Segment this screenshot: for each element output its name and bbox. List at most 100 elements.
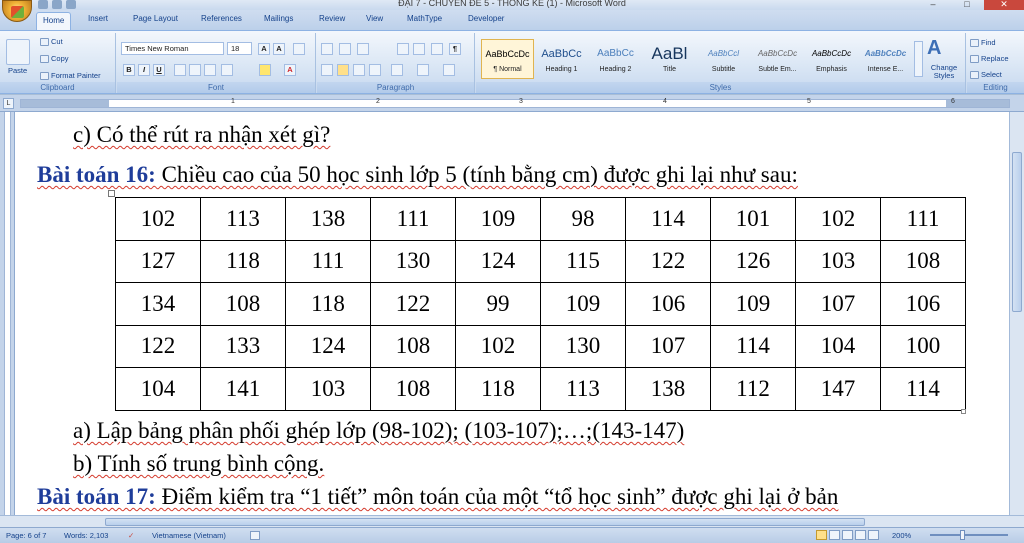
paste-icon[interactable] bbox=[6, 39, 30, 65]
multilevel-list-icon[interactable] bbox=[357, 43, 369, 55]
change-case-button[interactable] bbox=[221, 64, 233, 76]
table-cell[interactable]: 115 bbox=[540, 239, 626, 283]
print-layout-icon[interactable] bbox=[816, 530, 827, 540]
table-resize-handle[interactable] bbox=[961, 409, 966, 414]
style-normal[interactable]: AaBbCcDc ¶ Normal bbox=[481, 39, 534, 79]
outline-icon[interactable] bbox=[855, 530, 866, 540]
draft-icon[interactable] bbox=[868, 530, 879, 540]
format-painter-button[interactable]: Format Painter bbox=[40, 71, 101, 81]
language-indicator[interactable]: Vietnamese (Vietnam) bbox=[152, 531, 226, 540]
align-left-icon[interactable] bbox=[321, 64, 333, 76]
table-cell[interactable]: 104 bbox=[115, 367, 201, 411]
undo-icon[interactable] bbox=[52, 0, 62, 9]
table-cell[interactable]: 99 bbox=[455, 282, 541, 326]
web-layout-icon[interactable] bbox=[842, 530, 853, 540]
save-icon[interactable] bbox=[38, 0, 48, 9]
change-styles-button[interactable]: Change Styles bbox=[925, 64, 963, 80]
grow-font-icon[interactable]: A bbox=[258, 43, 270, 55]
table-cell[interactable]: 107 bbox=[625, 324, 711, 368]
table-cell[interactable]: 108 bbox=[370, 367, 456, 411]
page-count[interactable]: Page: 6 of 7 bbox=[6, 531, 46, 540]
horizontal-ruler[interactable]: L 1 2 3 4 5 6 bbox=[0, 95, 1024, 112]
table-cell[interactable]: 109 bbox=[710, 282, 796, 326]
table-cell[interactable]: 118 bbox=[285, 282, 371, 326]
horizontal-scrollbar[interactable] bbox=[0, 515, 1024, 527]
table-move-handle[interactable] bbox=[108, 190, 115, 197]
zoom-slider-knob[interactable] bbox=[960, 530, 965, 540]
minimize-button[interactable]: – bbox=[916, 0, 950, 10]
table-cell[interactable]: 108 bbox=[370, 324, 456, 368]
style-subtitle[interactable]: AaBbCcl Subtitle bbox=[697, 39, 750, 79]
numbering-icon[interactable] bbox=[339, 43, 351, 55]
table-cell[interactable]: 109 bbox=[455, 197, 541, 241]
underline-button[interactable]: U bbox=[153, 64, 165, 76]
table-cell[interactable]: 122 bbox=[625, 239, 711, 283]
tab-references[interactable]: References bbox=[201, 14, 242, 23]
tab-selector-button[interactable]: L bbox=[3, 98, 14, 109]
style-intense-emphasis[interactable]: AaBbCcDc Intense E... bbox=[859, 39, 912, 79]
select-button[interactable]: Select bbox=[970, 70, 1002, 80]
document-page[interactable]: c) Có thể rút ra nhận xét gì? Bài toán 1… bbox=[15, 112, 1009, 515]
style-subtle-emphasis[interactable]: AaBbCcDc Subtle Em... bbox=[751, 39, 804, 79]
strikethrough-button[interactable] bbox=[174, 64, 186, 76]
table-cell[interactable]: 114 bbox=[880, 367, 966, 411]
table-cell[interactable]: 112 bbox=[710, 367, 796, 411]
change-styles-icon[interactable]: A bbox=[927, 37, 941, 60]
word-count[interactable]: Words: 2,103 bbox=[64, 531, 108, 540]
table-cell[interactable]: 138 bbox=[285, 197, 371, 241]
table-cell[interactable]: 126 bbox=[710, 239, 796, 283]
table-cell[interactable]: 147 bbox=[795, 367, 881, 411]
style-title[interactable]: AaBl Title bbox=[643, 39, 696, 79]
font-size-select[interactable]: 18 bbox=[227, 42, 252, 55]
subscript-button[interactable] bbox=[189, 64, 201, 76]
tab-view[interactable]: View bbox=[366, 14, 383, 23]
bullets-icon[interactable] bbox=[321, 43, 333, 55]
redo-icon[interactable] bbox=[66, 0, 76, 9]
shading-icon[interactable] bbox=[417, 64, 429, 76]
table-cell[interactable]: 108 bbox=[880, 239, 966, 283]
ruler-strip[interactable]: 1 2 3 4 5 6 bbox=[20, 98, 1010, 108]
table-cell[interactable]: 124 bbox=[285, 324, 371, 368]
table-cell[interactable]: 133 bbox=[200, 324, 286, 368]
table-cell[interactable]: 124 bbox=[455, 239, 541, 283]
style-heading-1[interactable]: AaBbCc Heading 1 bbox=[535, 39, 588, 79]
table-cell[interactable]: 118 bbox=[200, 239, 286, 283]
table-cell[interactable]: 104 bbox=[795, 324, 881, 368]
align-center-icon[interactable] bbox=[337, 64, 349, 76]
decrease-indent-icon[interactable] bbox=[397, 43, 409, 55]
table-cell[interactable]: 102 bbox=[455, 324, 541, 368]
line-spacing-icon[interactable] bbox=[391, 64, 403, 76]
table-cell[interactable]: 100 bbox=[880, 324, 966, 368]
table-cell[interactable]: 134 bbox=[115, 282, 201, 326]
borders-icon[interactable] bbox=[443, 64, 455, 76]
clear-format-icon[interactable] bbox=[293, 43, 305, 55]
table-cell[interactable]: 114 bbox=[710, 324, 796, 368]
style-emphasis[interactable]: AaBbCcDc Emphasis bbox=[805, 39, 858, 79]
italic-button[interactable]: I bbox=[138, 64, 150, 76]
table-cell[interactable]: 130 bbox=[540, 324, 626, 368]
paste-button[interactable]: Paste bbox=[8, 66, 27, 75]
macro-icon[interactable] bbox=[250, 531, 260, 540]
table-cell[interactable]: 109 bbox=[540, 282, 626, 326]
find-button[interactable]: Find bbox=[970, 38, 996, 48]
table-cell[interactable]: 114 bbox=[625, 197, 711, 241]
tab-mathtype[interactable]: MathType bbox=[407, 14, 442, 23]
table-cell[interactable]: 122 bbox=[370, 282, 456, 326]
proofing-icon[interactable]: ✓ bbox=[128, 531, 134, 540]
table-cell[interactable]: 122 bbox=[115, 324, 201, 368]
table-cell[interactable]: 106 bbox=[880, 282, 966, 326]
table-cell[interactable]: 106 bbox=[625, 282, 711, 326]
align-right-icon[interactable] bbox=[353, 64, 365, 76]
pilcrow-icon[interactable]: ¶ bbox=[449, 43, 461, 55]
tab-developer[interactable]: Developer bbox=[468, 14, 504, 23]
tab-mailings[interactable]: Mailings bbox=[264, 14, 293, 23]
vertical-scroll-thumb[interactable] bbox=[1012, 152, 1022, 312]
table-cell[interactable]: 103 bbox=[795, 239, 881, 283]
table-cell[interactable]: 103 bbox=[285, 367, 371, 411]
zoom-level[interactable]: 200% bbox=[892, 531, 911, 540]
table-cell[interactable]: 141 bbox=[200, 367, 286, 411]
increase-indent-icon[interactable] bbox=[413, 43, 425, 55]
table-cell[interactable]: 113 bbox=[540, 367, 626, 411]
tab-insert[interactable]: Insert bbox=[88, 14, 108, 23]
table-cell[interactable]: 111 bbox=[370, 197, 456, 241]
